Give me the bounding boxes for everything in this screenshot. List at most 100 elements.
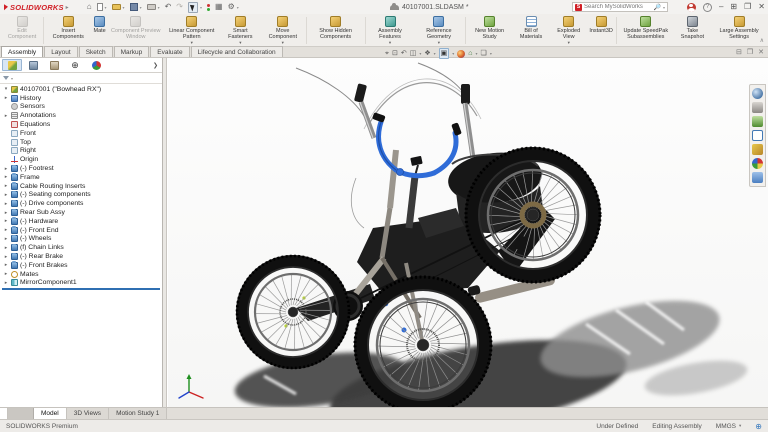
doc-restore-button[interactable]: ❐ xyxy=(747,48,753,56)
tree-item-front-plane[interactable]: Front xyxy=(0,129,162,138)
redo-icon[interactable]: ↷ xyxy=(176,3,183,11)
mate-button[interactable]: Mate xyxy=(92,15,108,46)
appearances-icon[interactable] xyxy=(752,144,763,155)
view-palette-icon[interactable] xyxy=(752,130,763,141)
move-component-button[interactable]: Move Component ▾ xyxy=(261,15,305,46)
model-bowhead-rx[interactable] xyxy=(168,58,768,407)
options-gear-icon[interactable]: ⚙ xyxy=(228,3,235,11)
new-motion-study-button[interactable]: New Motion Study xyxy=(467,15,512,46)
zoom-area-icon[interactable]: ⊡ xyxy=(392,49,398,58)
smart-fasteners-button[interactable]: Smart Fasteners ▾ xyxy=(220,15,261,46)
tab-layout[interactable]: Layout xyxy=(44,46,78,57)
open-icon[interactable] xyxy=(112,4,121,10)
tree-item-annotations[interactable]: ▸Annotations xyxy=(0,111,162,120)
tree-item-chain-links[interactable]: ▸(f) Chain Links xyxy=(0,243,162,252)
tree-item-seating[interactable]: ▸(-) Seating components xyxy=(0,191,162,200)
search-box[interactable]: S Search MySolidWorks 🔎 ▾ xyxy=(572,2,668,12)
tree-item-front-brakes[interactable]: ▸(-) Front Brakes xyxy=(0,261,162,270)
expander-icon[interactable]: ▸ xyxy=(3,210,9,216)
units-selector[interactable]: MMGS ▾ xyxy=(716,423,742,430)
edit-component-button[interactable]: Edit Component xyxy=(2,15,42,46)
tab-3d-views[interactable]: 3D Views xyxy=(67,408,109,419)
expander-icon[interactable]: ▸ xyxy=(3,245,9,251)
view-settings-icon[interactable]: ❏ xyxy=(481,49,487,58)
rollback-bar[interactable] xyxy=(2,288,160,290)
expander-icon[interactable]: ▸ xyxy=(3,183,9,189)
new-document-icon[interactable] xyxy=(97,3,103,11)
tree-item-top-plane[interactable]: Top xyxy=(0,138,162,147)
panel-tabs-overflow-arrow[interactable]: ❯ xyxy=(153,62,160,69)
expander-icon[interactable]: ▸ xyxy=(3,236,9,242)
graphics-viewport[interactable] xyxy=(168,58,768,407)
home-icon[interactable]: ⌂ xyxy=(87,3,92,11)
tree-item-sensors[interactable]: Sensors xyxy=(0,103,162,112)
expander-icon[interactable]: ▸ xyxy=(3,280,9,286)
tab-dimxpert-manager[interactable]: ⊕ xyxy=(65,59,85,71)
tree-item-drive[interactable]: ▸(-) Drive components xyxy=(0,199,162,208)
doc-minimize-button[interactable]: ⊟ xyxy=(736,48,742,56)
tree-item-front-end[interactable]: ▸(-) Front End xyxy=(0,226,162,235)
menu-expand-arrow[interactable]: ▸ xyxy=(66,4,69,11)
zoom-fit-icon[interactable]: ⌖ xyxy=(385,49,389,58)
print-icon[interactable] xyxy=(147,4,156,10)
search-input[interactable]: Search MySolidWorks xyxy=(584,4,652,10)
expander-icon[interactable]: ▸ xyxy=(3,174,9,180)
close-button[interactable]: ✕ xyxy=(758,2,765,12)
expander-icon[interactable]: ▸ xyxy=(3,254,9,260)
ribbon-collapse-chevron[interactable]: ∧ xyxy=(760,37,764,44)
insert-components-button[interactable]: Insert Components xyxy=(45,15,92,46)
tree-item-history[interactable]: ▸History xyxy=(0,94,162,103)
tab-markup[interactable]: Markup xyxy=(114,46,150,57)
custom-properties-icon[interactable] xyxy=(752,172,763,183)
minimize-button[interactable]: – xyxy=(719,2,723,12)
tab-motion-study-1[interactable]: Motion Study 1 xyxy=(109,408,167,419)
expander-icon[interactable]: ▸ xyxy=(3,262,9,268)
select-cursor-icon[interactable] xyxy=(188,2,198,13)
tree-item-rear-sub-assy[interactable]: ▸Rear Sub Assy xyxy=(0,208,162,217)
design-library-icon[interactable] xyxy=(752,102,763,113)
tree-item-cable-routing[interactable]: ▸Cable Routing Inserts xyxy=(0,182,162,191)
tab-lifecycle-collaboration[interactable]: Lifecycle and Collaboration xyxy=(191,46,283,57)
window-layout-button[interactable]: ⊞ xyxy=(730,2,737,12)
tree-item-frame[interactable]: ▸Frame xyxy=(0,173,162,182)
expander-icon[interactable]: ▸ xyxy=(3,192,9,198)
tree-item-right-plane[interactable]: Right xyxy=(0,147,162,156)
tree-item-hardware[interactable]: ▸(-) Hardware xyxy=(0,217,162,226)
update-speedpak-button[interactable]: Update SpeedPak Subassemblies xyxy=(618,15,674,46)
tree-filter-row[interactable]: ▾ xyxy=(0,73,162,84)
tree-item-origin[interactable]: Origin xyxy=(0,155,162,164)
tree-item-equations[interactable]: Equations xyxy=(0,120,162,129)
tab-display-manager[interactable] xyxy=(86,59,106,71)
expander-icon[interactable]: ▸ xyxy=(3,113,9,119)
expander-icon[interactable]: ▸ xyxy=(3,95,9,101)
search-icon[interactable]: 🔎 xyxy=(654,4,661,11)
rebuild-icon[interactable] xyxy=(207,4,210,11)
view-orientation-icon[interactable]: ▣ xyxy=(439,48,450,59)
show-hidden-components-button[interactable]: Show Hidden Components xyxy=(308,15,364,46)
tree-item-mates[interactable]: ▸Mates xyxy=(0,270,162,279)
restore-button[interactable]: ❐ xyxy=(744,2,751,12)
reference-geometry-button[interactable]: Reference Geometry ▾ xyxy=(414,15,465,46)
edit-appearance-icon[interactable] xyxy=(457,50,465,58)
exploded-view-button[interactable]: Exploded View ▾ xyxy=(550,15,587,46)
solidworks-resources-icon[interactable] xyxy=(752,88,763,99)
bill-of-materials-button[interactable]: Bill of Materials xyxy=(512,15,550,46)
section-view-icon[interactable]: ◫ xyxy=(410,49,417,58)
globe-icon[interactable]: ⊕ xyxy=(755,422,762,431)
previous-view-icon[interactable]: ↶ xyxy=(401,49,407,58)
expander-icon[interactable]: ▸ xyxy=(3,227,9,233)
tab-feature-manager-tree[interactable] xyxy=(2,59,22,71)
user-avatar[interactable] xyxy=(687,3,696,12)
tree-item-wheels[interactable]: ▸(-) Wheels xyxy=(0,235,162,244)
expander-icon[interactable]: ▸ xyxy=(3,166,9,172)
file-properties-icon[interactable]: ▦ xyxy=(215,3,223,11)
tree-item-mirror-component[interactable]: ▸MirrorComponent1 xyxy=(0,279,162,288)
apply-scene-icon[interactable]: ⌂ xyxy=(468,49,472,58)
doc-close-button[interactable]: ✕ xyxy=(758,48,764,56)
undo-icon[interactable]: ↶ xyxy=(165,3,172,11)
tree-item-footrest[interactable]: ▸(-) Footrest xyxy=(0,164,162,173)
save-icon[interactable] xyxy=(130,3,138,11)
take-snapshot-button[interactable]: Take Snapshot xyxy=(674,15,711,46)
tab-scroll-grip[interactable] xyxy=(8,408,34,419)
tab-model[interactable]: Model xyxy=(34,408,67,419)
